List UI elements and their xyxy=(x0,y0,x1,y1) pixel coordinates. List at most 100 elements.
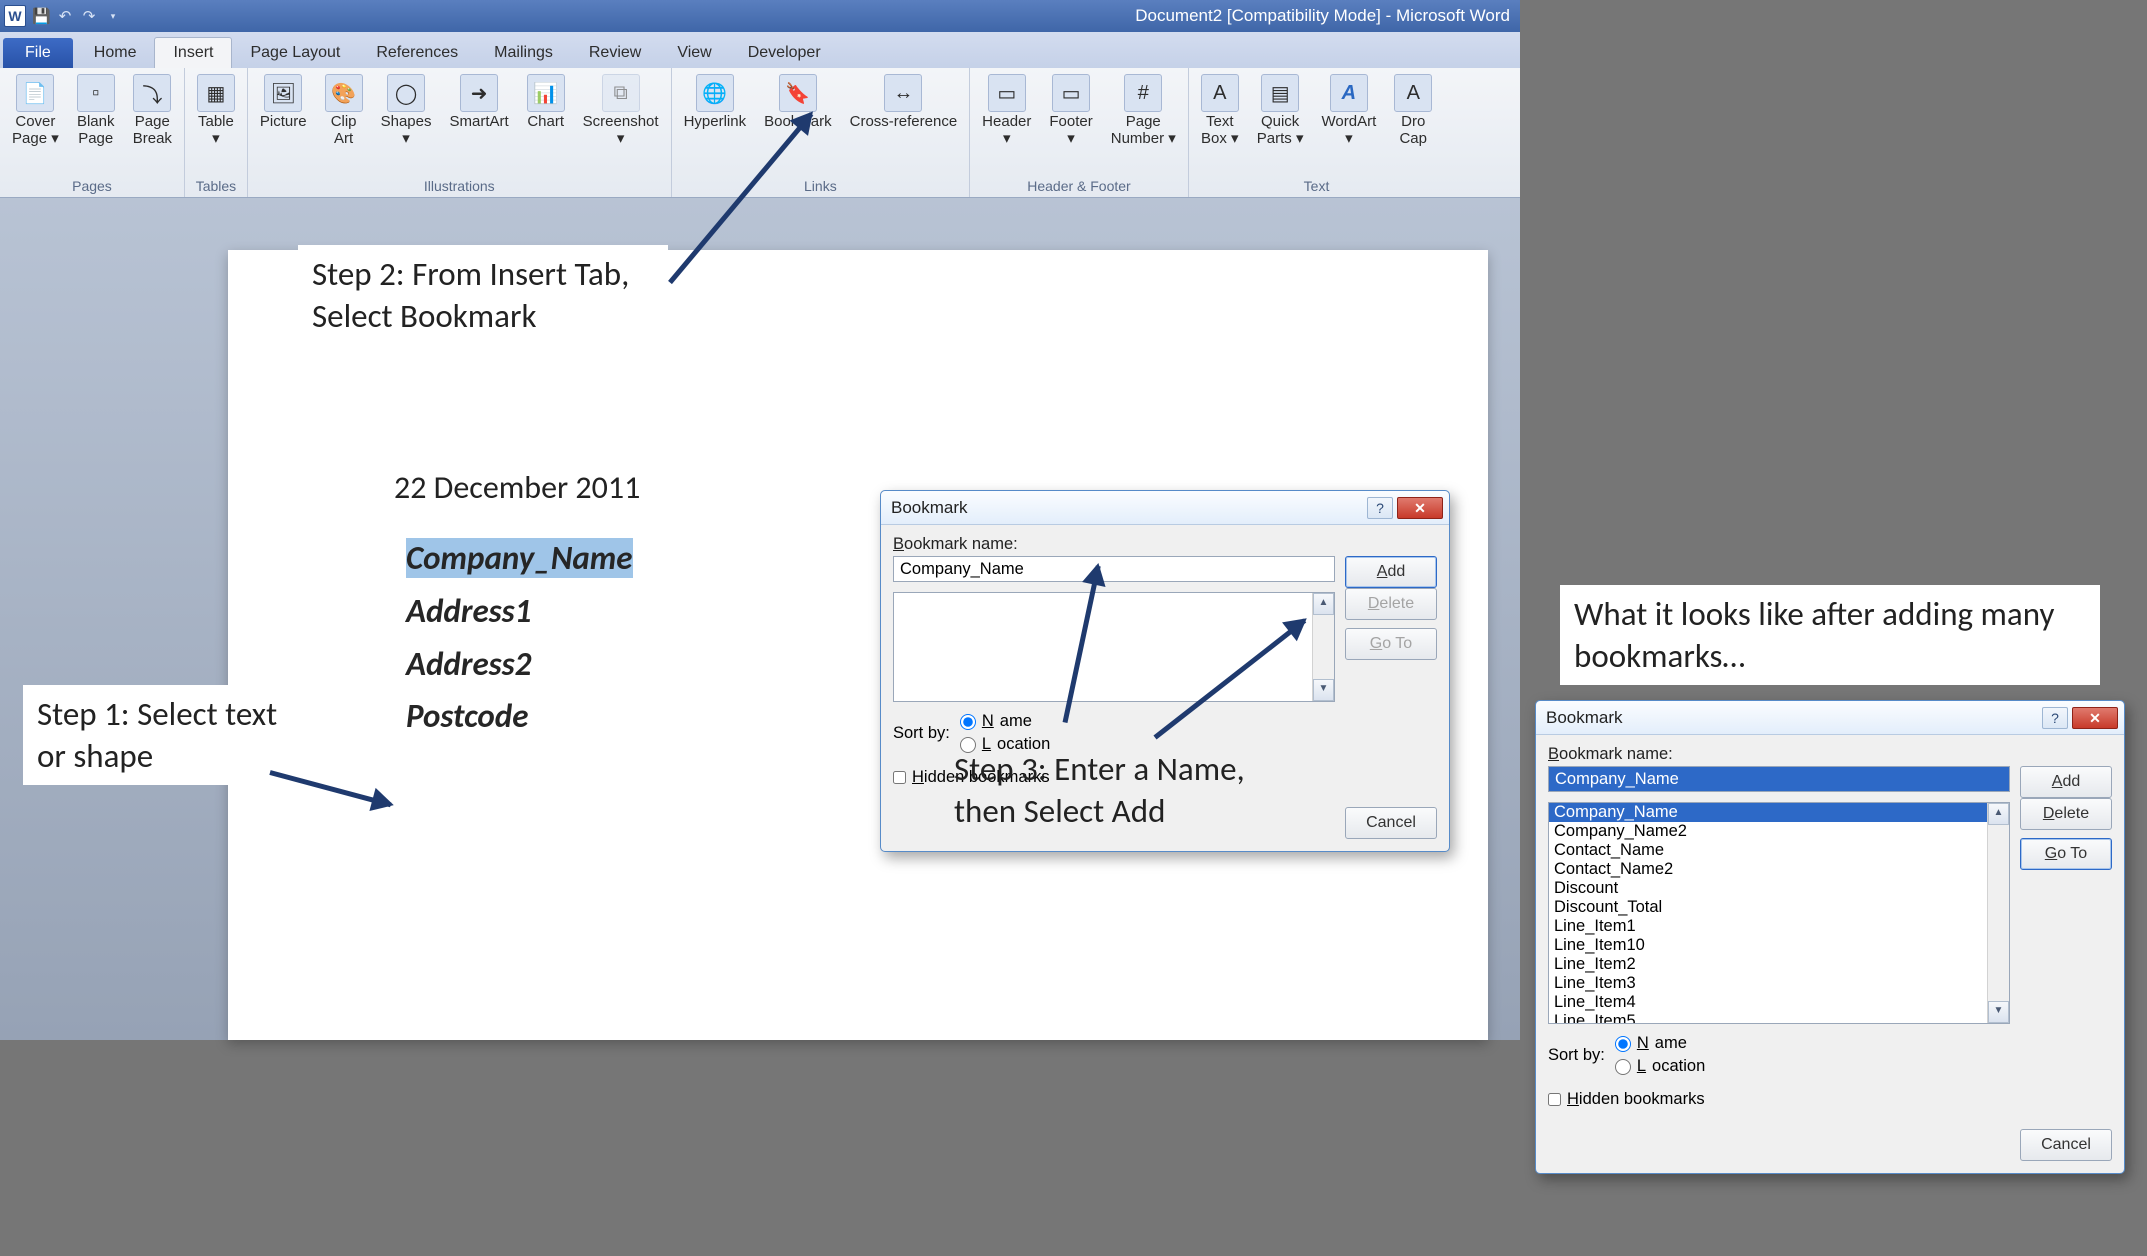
hidden-bookmarks-label: Hidden bookmarks xyxy=(1567,1090,1705,1109)
list-item[interactable]: Line_Item10 xyxy=(1549,936,2009,955)
blank-page-icon: ▫ xyxy=(77,74,115,112)
file-tab[interactable]: File xyxy=(3,38,73,68)
list-item[interactable]: Line_Item2 xyxy=(1549,955,2009,974)
list-item[interactable]: Company_Name xyxy=(1549,803,2009,822)
doc-field-address2[interactable]: Address2 xyxy=(406,638,633,691)
text-box-icon: A xyxy=(1201,74,1239,112)
redo-icon[interactable]: ↷ xyxy=(80,7,98,25)
list-item[interactable]: Line_Item5 xyxy=(1549,1012,2009,1024)
scroll-up-icon[interactable]: ▲ xyxy=(1313,593,1334,615)
header-button[interactable]: ▭Header ▾ xyxy=(978,72,1035,149)
help-icon[interactable]: ? xyxy=(2042,707,2068,729)
add-button[interactable]: Add xyxy=(1345,556,1437,588)
scroll-down-icon[interactable]: ▼ xyxy=(1313,679,1334,701)
bookmark-list-items: Company_Name Company_Name2 Contact_Name … xyxy=(1549,803,2009,1024)
tab-developer[interactable]: Developer xyxy=(730,38,839,68)
bookmark-name-input[interactable] xyxy=(893,556,1335,582)
list-item[interactable]: Line_Item3 xyxy=(1549,974,2009,993)
hidden-bookmarks-checkbox[interactable] xyxy=(893,771,906,784)
blank-page-button[interactable]: ▫Blank Page xyxy=(73,72,119,149)
clip-art-icon: 🎨 xyxy=(325,74,363,112)
delete-button: Delete xyxy=(1345,588,1437,620)
tab-view[interactable]: View xyxy=(659,38,729,68)
sort-by-label: Sort by: xyxy=(1548,1046,1605,1065)
add-button[interactable]: Add xyxy=(2020,766,2112,798)
tab-mailings[interactable]: Mailings xyxy=(476,38,571,68)
goto-button[interactable]: Go To xyxy=(2020,838,2112,870)
delete-button[interactable]: Delete xyxy=(2020,798,2112,830)
picture-button[interactable]: 🖼Picture xyxy=(256,72,311,133)
help-icon[interactable]: ? xyxy=(1367,497,1393,519)
list-item[interactable]: Company_Name2 xyxy=(1549,822,2009,841)
chart-button[interactable]: 📊Chart xyxy=(523,72,569,133)
list-item[interactable]: Discount_Total xyxy=(1549,898,2009,917)
wordart-button[interactable]: AWordArt ▾ xyxy=(1318,72,1381,149)
group-pages: 📄Cover Page ▾ ▫Blank Page ⤵Page Break Pa… xyxy=(0,68,185,197)
qat-dropdown-icon[interactable]: ▾ xyxy=(104,11,122,22)
tab-page-layout[interactable]: Page Layout xyxy=(232,38,358,68)
list-item[interactable]: Contact_Name xyxy=(1549,841,2009,860)
dialog-titlebar: Bookmark ? ✕ xyxy=(881,491,1449,525)
list-item[interactable]: Line_Item1 xyxy=(1549,917,2009,936)
dialog-title: Bookmark xyxy=(1542,708,2042,728)
bookmark-icon: 🔖 xyxy=(779,74,817,112)
bookmark-name-input[interactable]: Company_Name xyxy=(1548,766,2010,792)
table-button[interactable]: ▦Table ▾ xyxy=(193,72,239,149)
titlebar: W 💾 ↶ ↷ ▾ Document2 [Compatibility Mode]… xyxy=(0,0,1520,32)
undo-icon[interactable]: ↶ xyxy=(56,7,74,25)
group-header-footer: ▭Header ▾ ▭Footer ▾ #Page Number ▾ Heade… xyxy=(970,68,1189,197)
page-break-button[interactable]: ⤵Page Break xyxy=(129,72,176,149)
page-number-icon: # xyxy=(1124,74,1162,112)
drop-cap-button[interactable]: ADro Cap xyxy=(1390,72,1436,149)
group-label: Illustrations xyxy=(256,176,663,197)
footer-icon: ▭ xyxy=(1052,74,1090,112)
sort-name-radio[interactable]: Name xyxy=(960,712,1050,731)
save-icon[interactable]: 💾 xyxy=(32,7,50,25)
cancel-button[interactable]: Cancel xyxy=(2020,1129,2112,1161)
cover-page-button[interactable]: 📄Cover Page ▾ xyxy=(8,72,63,149)
screenshot-button[interactable]: ⧉Screenshot ▾ xyxy=(579,72,663,149)
list-item[interactable]: Line_Item4 xyxy=(1549,993,2009,1012)
hyperlink-button[interactable]: 🌐Hyperlink xyxy=(680,72,751,133)
smartart-button[interactable]: ➜SmartArt xyxy=(445,72,512,133)
window-title: Document2 [Compatibility Mode] - Microso… xyxy=(1135,6,1510,26)
group-label: Links xyxy=(680,176,962,197)
group-tables: ▦Table ▾ Tables xyxy=(185,68,248,197)
sort-name-radio[interactable]: Name xyxy=(1615,1034,1705,1053)
close-icon[interactable]: ✕ xyxy=(2072,707,2118,729)
cross-reference-button[interactable]: ↔Cross-reference xyxy=(846,72,962,133)
shapes-icon: ◯ xyxy=(387,74,425,112)
doc-field-address1[interactable]: Address1 xyxy=(406,585,633,638)
cancel-button[interactable]: Cancel xyxy=(1345,807,1437,839)
scroll-up-icon[interactable]: ▲ xyxy=(1988,803,2009,825)
close-icon[interactable]: ✕ xyxy=(1397,497,1443,519)
group-text: AText Box ▾ ▤Quick Parts ▾ AWordArt ▾ AD… xyxy=(1189,68,1444,197)
tab-references[interactable]: References xyxy=(358,38,476,68)
screenshot-icon: ⧉ xyxy=(602,74,640,112)
hidden-bookmarks-checkbox[interactable] xyxy=(1548,1093,1561,1106)
scrollbar[interactable]: ▲ ▼ xyxy=(1312,593,1334,701)
tab-home[interactable]: Home xyxy=(76,38,155,68)
page-number-button[interactable]: #Page Number ▾ xyxy=(1107,72,1180,149)
bookmark-list[interactable]: Company_Name Company_Name2 Contact_Name … xyxy=(1548,802,2010,1024)
scroll-down-icon[interactable]: ▼ xyxy=(1988,1001,2009,1023)
group-links: 🌐Hyperlink 🔖Bookmark ↔Cross-reference Li… xyxy=(672,68,971,197)
list-item[interactable]: Contact_Name2 xyxy=(1549,860,2009,879)
group-label: Header & Footer xyxy=(978,176,1180,197)
doc-field-company[interactable]: Company_Name xyxy=(406,538,633,578)
shapes-button[interactable]: ◯Shapes ▾ xyxy=(377,72,436,149)
header-icon: ▭ xyxy=(988,74,1026,112)
list-item[interactable]: Discount xyxy=(1549,879,2009,898)
sort-location-radio[interactable]: Location xyxy=(1615,1057,1705,1076)
tab-insert[interactable]: Insert xyxy=(154,37,232,68)
cover-page-icon: 📄 xyxy=(16,74,54,112)
table-icon: ▦ xyxy=(197,74,235,112)
text-box-button[interactable]: AText Box ▾ xyxy=(1197,72,1243,149)
footer-button[interactable]: ▭Footer ▾ xyxy=(1045,72,1096,149)
annotation-after: What it looks like after adding many boo… xyxy=(1560,585,2100,685)
tab-review[interactable]: Review xyxy=(571,38,659,68)
quick-parts-button[interactable]: ▤Quick Parts ▾ xyxy=(1253,72,1308,149)
doc-field-postcode[interactable]: Postcode xyxy=(406,690,633,743)
clip-art-button[interactable]: 🎨Clip Art xyxy=(321,72,367,149)
scrollbar[interactable]: ▲ ▼ xyxy=(1987,803,2009,1023)
